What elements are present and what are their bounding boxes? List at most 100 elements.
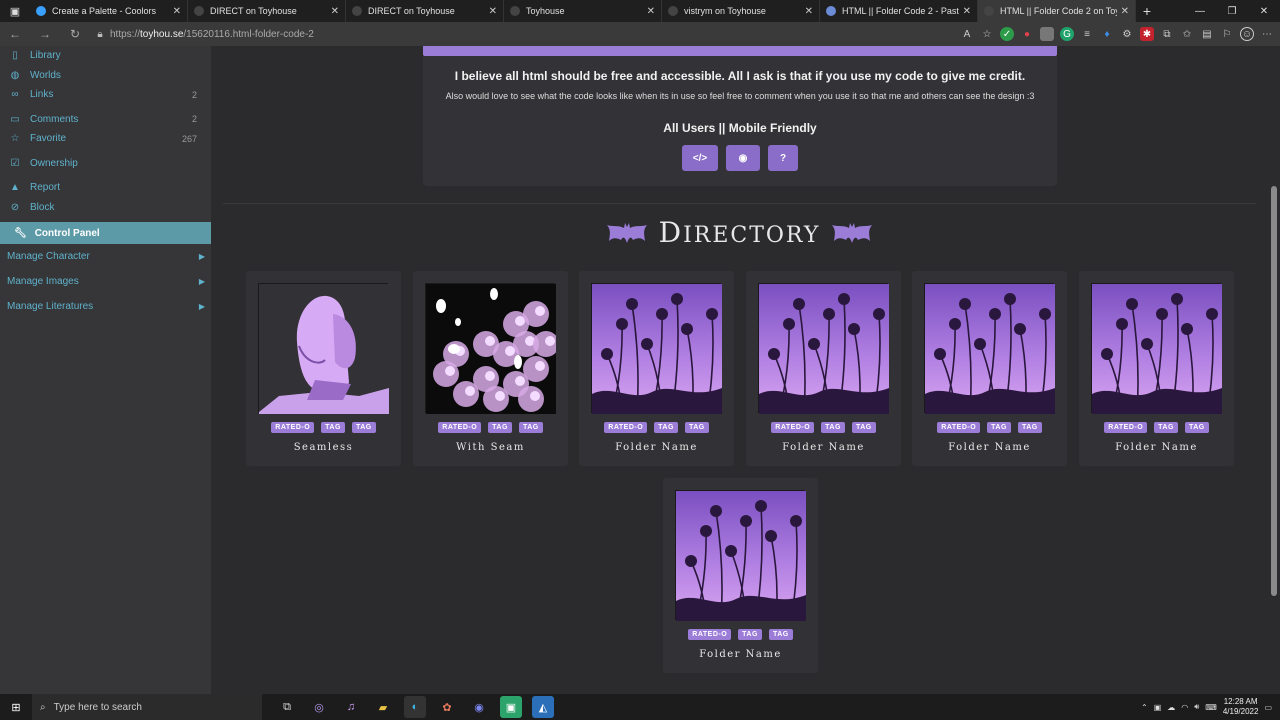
folder-name[interactable]: Folder Name: [1079, 442, 1234, 453]
folder-thumbnail[interactable]: [924, 283, 1055, 415]
tag-badge[interactable]: RATED-O: [688, 629, 732, 640]
tray-app-icon[interactable]: ▣: [1154, 703, 1162, 712]
tag-badge[interactable]: TAG: [1017, 422, 1042, 433]
tag-badge[interactable]: TAG: [821, 422, 845, 433]
more-icon[interactable]: ⋯: [1260, 27, 1274, 41]
pin-icon[interactable]: ⚐: [1220, 27, 1234, 41]
folder-thumbnail[interactable]: [675, 490, 806, 622]
code-button[interactable]: </>: [682, 145, 718, 171]
tray-chevron-icon[interactable]: ⌃: [1141, 703, 1148, 712]
tag-badge[interactable]: TAG: [768, 629, 793, 640]
tag-badge[interactable]: RATED-O: [438, 422, 482, 433]
extension-blue-icon[interactable]: ♦: [1100, 27, 1114, 41]
notification-icon[interactable]: ▭: [1264, 703, 1272, 712]
sidebar-item-comments[interactable]: ▭ Comments 2: [0, 110, 211, 130]
keyboard-icon[interactable]: ⌨: [1205, 703, 1217, 712]
extension-check-icon[interactable]: ✓: [1000, 27, 1014, 41]
extension-stack-icon[interactable]: ≡: [1080, 27, 1094, 41]
tag-badge[interactable]: RATED-O: [604, 422, 648, 433]
tag-badge[interactable]: RATED-O: [271, 422, 315, 433]
clock[interactable]: 12:28 AM 4/19/2022: [1223, 697, 1259, 717]
favorites-icon[interactable]: ✩: [1180, 27, 1194, 41]
folder-thumbnail[interactable]: [425, 283, 559, 414]
file-explorer-icon[interactable]: ▰: [372, 696, 394, 718]
sidebar-item-worlds[interactable]: ◍ Worlds: [0, 66, 211, 86]
tab-close-icon[interactable]: ✕: [805, 6, 813, 17]
tag-badge[interactable]: TAG: [518, 422, 543, 433]
tag-badge[interactable]: TAG: [738, 629, 762, 640]
tab-close-icon[interactable]: ✕: [489, 6, 497, 17]
tab-close-icon[interactable]: ✕: [647, 6, 655, 17]
manage-menu-item[interactable]: Manage Images ▶: [0, 269, 211, 294]
folder-tile[interactable]: RATED-O TAG TAG Folder Name: [579, 271, 734, 466]
browser-tab[interactable]: DIRECT on Toyhouse ✕: [188, 0, 346, 22]
tag-badge[interactable]: TAG: [1154, 422, 1178, 433]
volume-icon[interactable]: 🔊︎: [1194, 702, 1199, 712]
sidebar-item-ownership[interactable]: ☑ Ownership: [0, 154, 211, 174]
folder-thumbnail[interactable]: [591, 283, 722, 415]
extensions-icon[interactable]: ⧉: [1160, 27, 1174, 41]
control-panel-header[interactable]: 🔧︎ Control Panel: [0, 222, 211, 244]
profile-icon[interactable]: ☺: [1240, 27, 1254, 41]
folder-thumbnail[interactable]: [1091, 283, 1222, 415]
taskbar-search[interactable]: ⌕ Type here to search: [32, 694, 262, 720]
read-aloud-icon[interactable]: A: [960, 27, 974, 41]
tag-badge[interactable]: RATED-O: [937, 422, 981, 433]
task-view-icon[interactable]: ⧉: [276, 696, 298, 718]
manage-menu-item[interactable]: Manage Literatures ▶: [0, 294, 211, 319]
folder-tile[interactable]: RATED-O TAG TAG Folder Name: [746, 271, 901, 466]
app-green-icon[interactable]: ▣: [500, 696, 522, 718]
lock-icon[interactable]: 🔒︎: [90, 29, 110, 40]
sidebar-item-library[interactable]: ▯ Library: [0, 46, 211, 66]
tag-badge[interactable]: TAG: [654, 422, 678, 433]
tag-badge[interactable]: TAG: [321, 422, 345, 433]
extension-gray-icon[interactable]: [1040, 27, 1054, 41]
help-button[interactable]: ?: [768, 145, 798, 171]
tag-badge[interactable]: RATED-O: [1104, 422, 1148, 433]
extension-red2-icon[interactable]: ✱: [1140, 27, 1154, 41]
extension-red-icon[interactable]: ●: [1020, 27, 1034, 41]
music-app-icon[interactable]: ♫: [340, 696, 362, 718]
browser-tab[interactable]: DIRECT on Toyhouse ✕: [346, 0, 504, 22]
extension-grammarly-icon[interactable]: G: [1060, 27, 1074, 41]
scrollbar-thumb[interactable]: [1271, 186, 1277, 596]
tag-badge[interactable]: TAG: [684, 422, 709, 433]
folder-thumbnail[interactable]: [258, 283, 389, 414]
sidebar-item-report[interactable]: ▲ Report: [0, 178, 211, 198]
minimize-icon[interactable]: —: [1184, 0, 1216, 22]
extension-tools-icon[interactable]: ⚙: [1120, 27, 1134, 41]
browser-tab[interactable]: Toyhouse ✕: [504, 0, 662, 22]
window-menu-icon[interactable]: ▣: [0, 0, 30, 22]
folder-tile[interactable]: RATED-O TAG TAG Seamless: [246, 271, 401, 466]
url-field[interactable]: https://toyhou.se/15620116.html-folder-c…: [110, 29, 800, 40]
tag-badge[interactable]: RATED-O: [771, 422, 815, 433]
tab-close-icon[interactable]: ✕: [331, 6, 339, 17]
folder-thumbnail[interactable]: [758, 283, 889, 415]
restore-icon[interactable]: ❐: [1216, 0, 1248, 22]
preview-button[interactable]: ◉: [726, 145, 760, 171]
app-swirl-icon[interactable]: ◎: [308, 696, 330, 718]
folder-tile[interactable]: RATED-O TAG TAG Folder Name: [912, 271, 1067, 466]
sidebar-item-links[interactable]: ∞ Links 2: [0, 85, 211, 105]
folder-name[interactable]: Folder Name: [912, 442, 1067, 453]
app-blue-icon[interactable]: ◭: [532, 696, 554, 718]
sidebar-item-block[interactable]: ⊘ Block: [0, 198, 211, 218]
folder-name[interactable]: Folder Name: [746, 442, 901, 453]
back-icon[interactable]: ←: [0, 27, 30, 41]
tag-badge[interactable]: TAG: [488, 422, 512, 433]
tag-badge[interactable]: TAG: [1184, 422, 1209, 433]
tab-close-icon[interactable]: ✕: [963, 6, 971, 17]
folder-name[interactable]: With Seam: [413, 442, 568, 453]
folder-tile[interactable]: RATED-O TAG TAG With Seam: [413, 271, 568, 466]
tag-badge[interactable]: TAG: [987, 422, 1011, 433]
scrollbar[interactable]: [1268, 46, 1280, 694]
discord-icon[interactable]: ◉: [468, 696, 490, 718]
forward-icon[interactable]: →: [30, 27, 60, 41]
favorite-add-icon[interactable]: ☆: [980, 27, 994, 41]
manage-menu-item[interactable]: Manage Character ▶: [0, 244, 211, 269]
new-tab-button[interactable]: +: [1136, 3, 1158, 19]
tab-close-icon[interactable]: ✕: [1121, 6, 1129, 17]
tag-badge[interactable]: TAG: [851, 422, 876, 433]
windows-start-icon[interactable]: ⊞: [0, 701, 32, 714]
tray-cloud-icon[interactable]: ☁: [1167, 703, 1175, 712]
